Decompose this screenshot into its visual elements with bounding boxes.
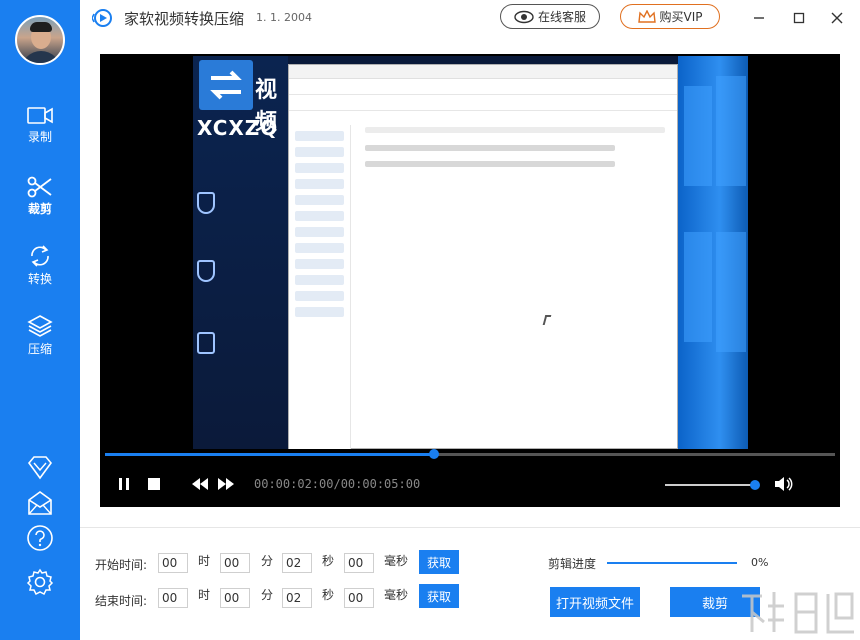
volume-slider-fill — [665, 484, 755, 486]
sidebar-item-trim[interactable]: 裁剪 — [0, 176, 80, 226]
second-unit: 秒 — [322, 588, 335, 602]
fast-forward-button[interactable] — [216, 474, 236, 494]
start-ms-input[interactable]: 00 — [344, 553, 374, 573]
crown-icon — [637, 9, 656, 23]
get-start-time-button[interactable]: 获取 — [419, 550, 459, 574]
start-hour-input[interactable]: 00 — [158, 553, 188, 573]
end-second-input[interactable]: 02 — [282, 588, 312, 608]
mail-icon — [28, 491, 52, 515]
pause-button[interactable] — [114, 474, 134, 494]
video-logo-icon — [199, 60, 253, 110]
app-title: 家软视频转换压缩 — [124, 10, 245, 28]
clip-progress-value: 0% — [751, 556, 769, 569]
video-logo-sub: XCXZQ — [197, 116, 279, 140]
watermark-logo-icon — [736, 582, 860, 640]
desktop-app-icon — [197, 332, 215, 354]
clip-progress-label: 剪辑进度 — [548, 557, 597, 571]
sidebar: 录制 裁剪 转换 压缩 — [0, 0, 80, 640]
second-unit: 秒 — [322, 554, 335, 568]
buy-vip-label: 购买VIP — [659, 10, 703, 24]
video-desktop-right — [678, 56, 748, 449]
title-bar: 家软视频转换压缩 1. 1. 2004 在线客服 购买VIP — [80, 0, 860, 36]
start-second-input[interactable]: 02 — [282, 553, 312, 573]
desktop-shield-icon — [197, 192, 215, 214]
sidebar-item-convert[interactable]: 转换 — [0, 244, 80, 294]
app-version: 1. 1. 2004 — [256, 11, 312, 24]
ms-unit: 毫秒 — [384, 588, 409, 602]
avatar[interactable] — [15, 15, 65, 65]
ms-unit: 毫秒 — [384, 554, 409, 568]
hour-unit: 时 — [198, 588, 211, 602]
help-button[interactable] — [25, 523, 55, 553]
buy-vip-button[interactable]: 购买VIP — [620, 4, 720, 29]
stop-icon — [148, 478, 160, 490]
end-hour-input[interactable]: 00 — [158, 588, 188, 608]
volume-slider-handle[interactable] — [750, 480, 760, 490]
video-desktop-left: 视频 XCXZQ — [193, 56, 288, 449]
minimize-icon — [754, 17, 764, 19]
seek-bar-fill — [105, 453, 434, 456]
sidebar-item-label: 转换 — [27, 272, 52, 286]
message-button[interactable] — [25, 488, 55, 518]
app-window: 录制 裁剪 转换 压缩 家软视频转换压缩 1. 1. 2004 在线客服 购买V… — [0, 0, 860, 640]
close-button[interactable] — [825, 6, 849, 30]
open-video-button[interactable]: 打开视频文件 — [550, 587, 640, 617]
seek-bar-handle[interactable] — [428, 449, 439, 459]
rewind-button[interactable] — [190, 474, 210, 494]
sidebar-item-record[interactable]: 录制 — [0, 106, 80, 156]
layers-icon — [27, 315, 53, 337]
help-icon — [27, 525, 53, 551]
seek-bar[interactable] — [105, 449, 835, 459]
rewind-icon — [192, 478, 208, 490]
vip-diamond-button[interactable] — [25, 453, 55, 483]
sidebar-item-label: 压缩 — [27, 342, 52, 356]
sidebar-item-compress[interactable]: 压缩 — [0, 314, 80, 364]
end-minute-input[interactable]: 00 — [220, 588, 250, 608]
clip-progress-bar — [607, 562, 737, 564]
hour-unit: 时 — [198, 554, 211, 568]
desktop-shield-icon — [197, 260, 215, 282]
end-time-label: 结束时间: — [95, 594, 148, 608]
volume-button[interactable] — [773, 474, 795, 494]
video-cursor-icon — [542, 315, 552, 325]
volume-slider[interactable] — [665, 480, 760, 490]
sidebar-item-label: 裁剪 — [27, 202, 52, 216]
video-player: 视频 XCXZQ 00:00:02:00/00:00:05:00 — [100, 54, 840, 507]
maximize-icon — [793, 12, 805, 24]
minute-unit: 分 — [261, 588, 274, 602]
end-ms-input[interactable]: 00 — [344, 588, 374, 608]
maximize-button[interactable] — [787, 6, 811, 30]
video-frame[interactable]: 视频 XCXZQ — [193, 56, 748, 449]
fast-forward-icon — [218, 478, 234, 490]
playback-time: 00:00:02:00/00:00:05:00 — [254, 477, 421, 491]
video-explorer-window — [288, 64, 678, 449]
start-minute-input[interactable]: 00 — [220, 553, 250, 573]
speaker-icon — [775, 477, 793, 491]
online-service-label: 在线客服 — [537, 10, 586, 24]
diamond-icon — [27, 456, 53, 480]
online-service-button[interactable]: 在线客服 — [500, 4, 600, 29]
get-end-time-button[interactable]: 获取 — [419, 584, 459, 608]
convert-arrows-icon — [31, 245, 49, 267]
panel-divider — [80, 527, 860, 528]
eye-icon — [514, 10, 534, 23]
video-camera-icon — [27, 107, 53, 124]
settings-icon — [26, 568, 54, 596]
scissors-icon — [27, 176, 52, 198]
minimize-button[interactable] — [747, 6, 771, 30]
app-logo-icon — [91, 8, 114, 32]
sidebar-item-label: 录制 — [27, 130, 52, 144]
stop-button[interactable] — [144, 474, 164, 494]
start-time-label: 开始时间: — [95, 558, 148, 572]
pause-icon — [119, 478, 129, 490]
settings-button[interactable] — [25, 567, 55, 597]
minute-unit: 分 — [261, 554, 274, 568]
close-icon — [831, 12, 843, 24]
